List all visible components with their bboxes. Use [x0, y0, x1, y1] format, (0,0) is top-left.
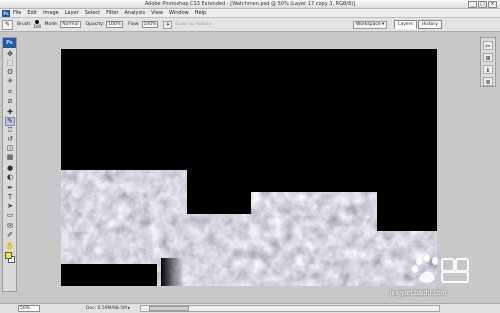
slice-tool-button[interactable]: ⧄: [5, 97, 15, 106]
baidu-paw-logo: [412, 255, 469, 283]
title-bar: Adobe Photoshop CS3 Extended - [Watchmen…: [0, 0, 500, 9]
navigator-palette-icon[interactable]: ⊞: [483, 53, 493, 62]
menu-file[interactable]: File: [13, 10, 21, 16]
info-palette-icon[interactable]: ℹ: [483, 65, 493, 74]
marquee-tool-icon: ⬚: [6, 59, 14, 67]
options-bar: ✎ Brush: 100 Mode: Normal Opacity: 100% …: [0, 18, 500, 32]
app-icon[interactable]: Ps: [2, 9, 10, 17]
flow-field[interactable]: 100%: [141, 21, 159, 28]
hand-tool-icon: ✋: [5, 242, 15, 250]
move-tool-icon: ✥: [7, 50, 13, 58]
airbrush-toggle[interactable]: ✈: [163, 20, 173, 29]
dodge-tool-button[interactable]: ◐: [5, 173, 15, 182]
gradient-tool-button[interactable]: ▦: [5, 153, 15, 162]
menu-filter[interactable]: Filter: [106, 10, 118, 16]
document-canvas[interactable]: [61, 49, 437, 286]
type-tool-button[interactable]: T: [5, 193, 15, 202]
lasso-tool-icon: ʘ: [7, 68, 13, 76]
workspace-button[interactable]: Workspace ▾: [353, 21, 388, 29]
magic-wand-tool-button[interactable]: ✳: [5, 77, 15, 86]
menu-help[interactable]: Help: [195, 10, 206, 16]
brush-picker[interactable]: 100: [34, 20, 41, 29]
horizontal-scrollbar[interactable]: [140, 305, 440, 312]
erase-to-history-option: Erase to History: [175, 22, 212, 27]
dodge-tool-icon: ◐: [6, 173, 14, 181]
opacity-field[interactable]: 100%: [106, 21, 123, 28]
slice-tool-icon: ⧄: [7, 97, 13, 105]
menu-image[interactable]: Image: [43, 10, 59, 16]
crop-tool-button[interactable]: ⌗: [5, 88, 15, 97]
window-controls: _ □ ×: [468, 1, 497, 8]
lasso-tool-button[interactable]: ʘ: [5, 68, 15, 77]
clone-stamp-tool-button[interactable]: ♖: [5, 126, 15, 135]
tools-palette-icon[interactable]: ✂: [483, 41, 493, 50]
brush-icon: ✎: [4, 20, 11, 28]
pen-tool-button[interactable]: ✒: [5, 184, 15, 193]
eyedropper-tool-icon: ✐: [7, 231, 13, 239]
healing-brush-tool-button[interactable]: ✚: [5, 108, 15, 117]
opacity-label: Opacity:: [85, 22, 105, 27]
blur-tool-button[interactable]: ●: [5, 164, 15, 173]
shape-tool-button[interactable]: ▭: [5, 211, 15, 220]
layers-palette-icon[interactable]: ≣: [483, 77, 493, 86]
menu-bar: Ps File Edit Image Layer Select Filter A…: [0, 9, 500, 18]
airbrush-icon: ✈: [165, 21, 170, 28]
tool-preset-picker[interactable]: ✎: [2, 19, 13, 30]
healing-brush-tool-icon: ✚: [7, 108, 13, 116]
tab-history[interactable]: History: [417, 20, 442, 29]
eraser-tool-button[interactable]: ◫: [5, 144, 15, 153]
scrollbar-thumb[interactable]: [149, 306, 189, 311]
eraser-tool-icon: ◫: [6, 144, 14, 152]
zoom-field[interactable]: 50%: [18, 305, 40, 312]
palette-dock: ✂ ⊞ ℹ ≣: [480, 37, 496, 87]
clone-stamp-tool-icon: ♖: [6, 126, 14, 134]
history-brush-tool-icon: ↺: [7, 135, 13, 143]
path-selection-tool-icon: ➤: [7, 202, 13, 210]
window-title: Adobe Photoshop CS3 Extended - [Watchmen…: [144, 1, 356, 7]
menu-window[interactable]: Window: [169, 10, 189, 16]
history-brush-tool-button[interactable]: ↺: [5, 135, 15, 144]
type-tool-icon: T: [7, 193, 13, 201]
doc-size-info: Doc: 6.59M/68.5M: [86, 306, 127, 311]
canvas-artwork: [61, 49, 437, 286]
brush-size: 100: [33, 24, 42, 29]
foreground-color-swatch[interactable]: [5, 252, 12, 259]
menu-layer[interactable]: Layer: [65, 10, 79, 16]
notes-tool-button[interactable]: ✉: [5, 222, 15, 231]
menu-analysis[interactable]: Analysis: [125, 10, 146, 16]
palette-well: Layers History: [394, 20, 442, 29]
notes-tool-icon: ✉: [7, 222, 13, 230]
minimize-button[interactable]: _: [468, 1, 477, 8]
path-selection-tool-button[interactable]: ➤: [5, 202, 15, 211]
eyedropper-tool-button[interactable]: ✐: [5, 231, 15, 240]
move-tool-button[interactable]: ✥: [5, 50, 15, 59]
watermark-url: jingyan.baidu.com: [390, 290, 447, 297]
tab-layers[interactable]: Layers: [394, 20, 417, 29]
crop-tool-icon: ⌗: [8, 88, 12, 96]
brush-label: Brush:: [17, 22, 32, 27]
brush-tool-button[interactable]: ✎: [5, 117, 15, 126]
menu-select[interactable]: Select: [85, 10, 100, 16]
gradient-tool-icon: ▦: [6, 153, 14, 161]
close-button[interactable]: ×: [488, 1, 497, 8]
photoshop-logo: Ps: [3, 38, 16, 48]
pen-tool-icon: ✒: [7, 184, 13, 192]
mode-label: Mode:: [44, 22, 59, 27]
maximize-button[interactable]: □: [478, 1, 487, 8]
hand-tool-button[interactable]: ✋: [5, 242, 15, 251]
marquee-tool-button[interactable]: ⬚: [5, 59, 15, 68]
brush-tool-icon: ✎: [7, 117, 13, 125]
shape-tool-icon: ▭: [6, 211, 14, 219]
mode-select[interactable]: Normal: [60, 21, 81, 28]
status-menu-arrow[interactable]: ▸: [128, 306, 130, 311]
status-bar: 50% Doc: 6.59M/68.5M ▸: [0, 303, 500, 313]
flow-label: Flow:: [127, 22, 140, 27]
menu-view[interactable]: View: [151, 10, 163, 16]
menu-edit[interactable]: Edit: [27, 10, 37, 16]
magic-wand-tool-icon: ✳: [7, 77, 13, 85]
tools-panel: Ps ✥ ⬚ ʘ ✳ ⌗ ⧄ ✚ ✎ ♖ ↺ ◫ ▦ ● ◐ ✒ T ➤ ▭ ✉ ✐ ✋: [2, 37, 17, 292]
blur-tool-icon: ●: [6, 164, 14, 172]
